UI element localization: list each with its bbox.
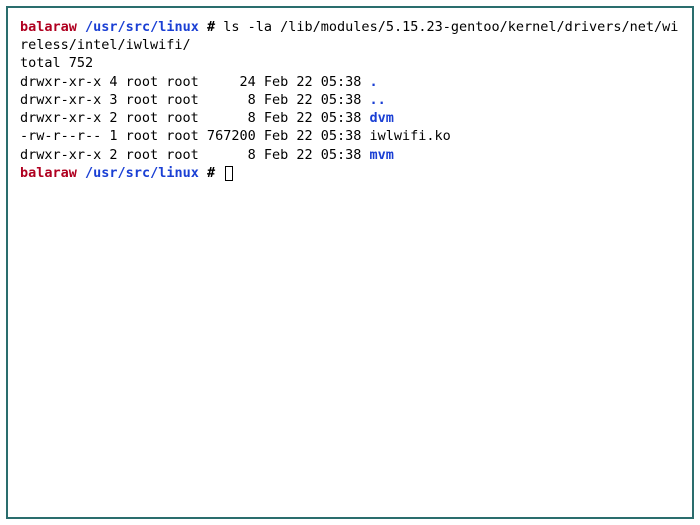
ls-perm: drwxr-xr-x 4 root root 24 Feb 22 05:38 bbox=[20, 74, 370, 90]
prompt-line-2: balaraw /usr/src/linux # bbox=[20, 165, 233, 181]
ls-total: total 752 bbox=[20, 55, 93, 71]
ls-row: -rw-r--r-- 1 root root 767200 Feb 22 05:… bbox=[20, 128, 451, 144]
ls-name: . bbox=[370, 74, 378, 90]
ls-name: mvm bbox=[370, 147, 394, 163]
prompt-symbol: # bbox=[207, 165, 215, 181]
hostname: balaraw bbox=[20, 19, 77, 35]
ls-name: iwlwifi.ko bbox=[370, 128, 451, 144]
cwd-path: /usr/src/linux bbox=[85, 165, 199, 181]
prompt-symbol: # bbox=[207, 19, 215, 35]
ls-row: drwxr-xr-x 2 root root 8 Feb 22 05:38 dv… bbox=[20, 110, 394, 126]
ls-row: drwxr-xr-x 2 root root 8 Feb 22 05:38 mv… bbox=[20, 147, 394, 163]
prompt-line-1: balaraw /usr/src/linux # ls -la /lib/mod… bbox=[20, 19, 678, 53]
ls-row: drwxr-xr-x 3 root root 8 Feb 22 05:38 .. bbox=[20, 92, 386, 108]
ls-perm: drwxr-xr-x 2 root root 8 Feb 22 05:38 bbox=[20, 147, 370, 163]
ls-name: dvm bbox=[370, 110, 394, 126]
cursor-icon[interactable] bbox=[225, 166, 233, 181]
cwd-path: /usr/src/linux bbox=[85, 19, 199, 35]
ls-name: .. bbox=[370, 92, 386, 108]
ls-perm: drwxr-xr-x 3 root root 8 Feb 22 05:38 bbox=[20, 92, 370, 108]
ls-perm: -rw-r--r-- 1 root root 767200 Feb 22 05:… bbox=[20, 128, 370, 144]
ls-perm: drwxr-xr-x 2 root root 8 Feb 22 05:38 bbox=[20, 110, 370, 126]
hostname: balaraw bbox=[20, 165, 77, 181]
terminal-window[interactable]: balaraw /usr/src/linux # ls -la /lib/mod… bbox=[6, 6, 694, 519]
ls-row: drwxr-xr-x 4 root root 24 Feb 22 05:38 . bbox=[20, 74, 378, 90]
